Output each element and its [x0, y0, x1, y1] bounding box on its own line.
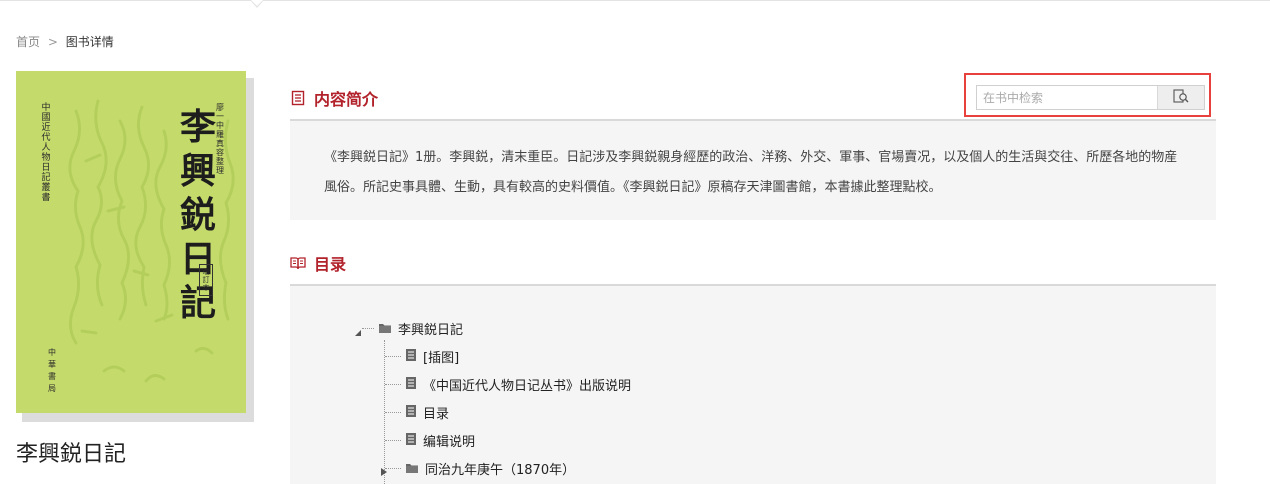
tree-item-label: [插图] [423, 350, 460, 366]
search-button[interactable] [1157, 86, 1204, 109]
tree-item-label: 目录 [423, 406, 450, 422]
page-icon [405, 347, 417, 366]
folder-icon [405, 459, 419, 478]
breadcrumb: 首页 > 图书详情 [16, 33, 114, 50]
cover-publisher-text: 中華書局 [48, 348, 56, 393]
collapse-toggle-icon[interactable] [354, 322, 362, 336]
folder-icon [378, 319, 392, 338]
document-icon [290, 90, 306, 106]
toc-section-heading: 目录 [290, 251, 346, 275]
tree-connector [362, 327, 374, 329]
tree-connector [385, 355, 401, 357]
breadcrumb-current: 图书详情 [65, 35, 114, 49]
book-title: 李興鋭日記 [16, 442, 127, 467]
tree-root-node[interactable]: 李興鋭日記 [362, 318, 463, 338]
tree-item-label: 编辑说明 [423, 434, 476, 450]
tree-item-folder[interactable]: 同治九年庚午（1870年） [385, 458, 575, 478]
tree-connector [385, 383, 401, 385]
top-border [0, 0, 1270, 1]
tree-item-label: 同治九年庚午（1870年） [425, 462, 576, 478]
tree-connector [385, 411, 401, 413]
search-in-document-icon [1173, 88, 1189, 107]
tree-item[interactable]: 目录 [385, 402, 449, 422]
tree-connector [385, 439, 401, 441]
breadcrumb-separator: > [47, 35, 58, 49]
tree-item[interactable]: [插图] [385, 346, 459, 366]
intro-section-heading: 内容简介 [290, 86, 378, 110]
book-cover-image: 中國近代人物日記叢書 李興鋭日記 廖一中 羅真容 整理 增訂本 中華書局 [16, 71, 246, 413]
toc-heading-text: 目录 [314, 255, 347, 274]
page-icon [405, 403, 417, 422]
page-icon [405, 375, 417, 394]
intro-text: 《李興鋭日記》1册。李興鋭，清末重臣。日記涉及李興鋭親身經歷的政治、洋務、外交、… [324, 150, 1178, 195]
intro-panel: 《李興鋭日記》1册。李興鋭，清末重臣。日記涉及李興鋭親身經歷的政治、洋務、外交、… [290, 121, 1216, 220]
search-box [976, 85, 1205, 110]
tree-connector [385, 467, 401, 469]
search-input[interactable] [977, 86, 1169, 109]
intro-heading-text: 内容简介 [314, 90, 379, 109]
tree-item[interactable]: 编辑说明 [385, 430, 475, 450]
breadcrumb-home-link[interactable]: 首页 [16, 35, 40, 49]
tree-root-label: 李興鋭日記 [398, 322, 464, 338]
cover-edition-text: 增訂本 [199, 264, 213, 296]
cover-series-text: 中國近代人物日記叢書 [41, 103, 51, 203]
page-icon [405, 431, 417, 450]
top-notch [250, 0, 264, 8]
tree-item[interactable]: 《中国近代人物日记丛书》出版说明 [385, 374, 631, 394]
tree-item-label: 《中国近代人物日记丛书》出版说明 [423, 378, 632, 394]
open-book-icon [290, 255, 306, 271]
cover-editor-text: 廖一中 羅真容 整理 [216, 103, 224, 175]
